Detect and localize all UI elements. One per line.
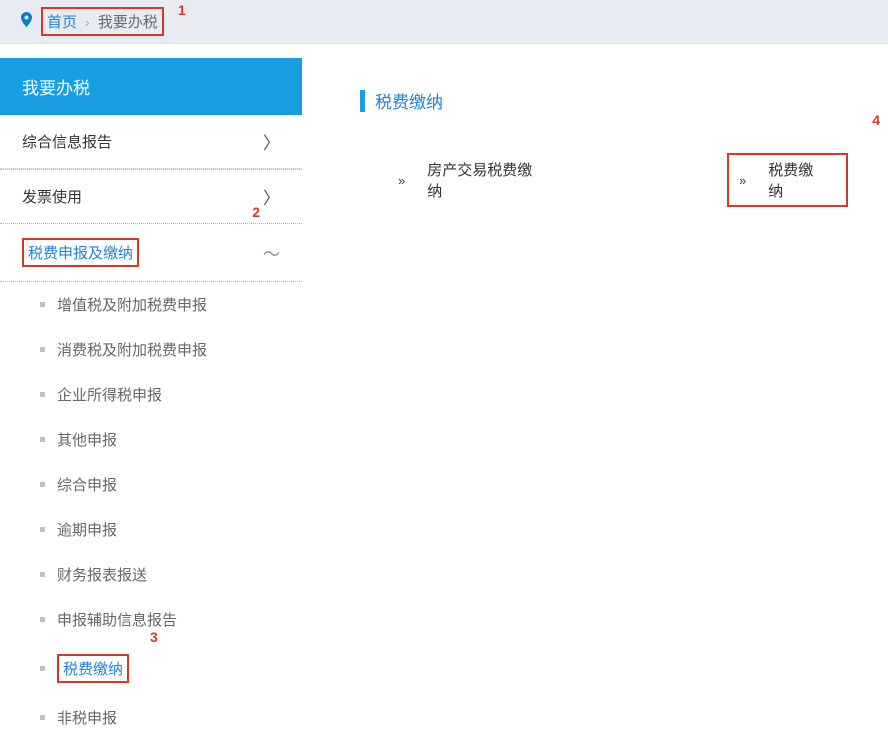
sidebar-sub-yuqi[interactable]: 逾期申报 [0, 507, 302, 552]
sidebar-sub-cwbb[interactable]: 财务报表报送 [0, 552, 302, 597]
breadcrumb-separator: › [85, 14, 90, 30]
bullet-icon [40, 617, 45, 622]
bullet-icon [40, 392, 45, 397]
content-area: 税费缴纳 4 » 房产交易税费缴纳 » 税费缴纳 [302, 58, 888, 740]
sidebar-sub-qita[interactable]: 其他申报 [0, 417, 302, 462]
link-fcjy[interactable]: » 房产交易税费缴纳 [398, 159, 547, 201]
sub-label: 消费税及附加税费申报 [57, 339, 207, 360]
chevron-right-icon: 〉 [263, 184, 280, 209]
bullet-icon [40, 437, 45, 442]
bullet-icon: » [739, 173, 746, 188]
breadcrumb-current: 我要办税 [98, 11, 158, 32]
annotation-2: 2 [252, 204, 260, 220]
sidebar-sublist: 增值税及附加税费申报 消费税及附加税费申报 企业所得税申报 其他申报 综合申报 … [0, 281, 302, 740]
sidebar-sub-sbfz[interactable]: 申报辅助信息报告 3 [0, 597, 302, 642]
sub-label: 逾期申报 [57, 519, 117, 540]
sub-label: 综合申报 [57, 474, 117, 495]
bullet-icon [40, 347, 45, 352]
chevron-right-icon: 〉 [263, 129, 280, 154]
bullet-icon [40, 715, 45, 720]
sidebar-sub-qysds[interactable]: 企业所得税申报 [0, 372, 302, 417]
sub-label: 非税申报 [57, 707, 117, 728]
sidebar-sub-zzs[interactable]: 增值税及附加税费申报 [0, 282, 302, 327]
sidebar-item-shuifei[interactable]: 税费申报及缴纳 〜 [0, 223, 302, 281]
sidebar-item-label: 税费申报及缴纳 [22, 238, 139, 267]
sidebar: 我要办税 综合信息报告 〉 发票使用 〉 2 税费申报及缴纳 〜 增值税及附加税… [0, 58, 302, 740]
sub-label: 企业所得税申报 [57, 384, 162, 405]
bullet-icon [40, 527, 45, 532]
sidebar-item-zongheinfo[interactable]: 综合信息报告 〉 [0, 115, 302, 169]
content-links-row: » 房产交易税费缴纳 » 税费缴纳 [360, 153, 848, 207]
bullet-icon [40, 482, 45, 487]
sidebar-sub-sfjn[interactable]: 税费缴纳 [0, 642, 302, 695]
bullet-icon [40, 572, 45, 577]
sub-label: 其他申报 [57, 429, 117, 450]
link-label: 税费缴纳 [768, 159, 828, 201]
bullet-icon [40, 666, 45, 671]
bullet-icon: » [398, 173, 405, 188]
heading-text: 税费缴纳 [375, 88, 443, 113]
sidebar-sub-fssb[interactable]: 非税申报 [0, 695, 302, 740]
heading-bar-icon [360, 90, 365, 112]
annotation-4: 4 [872, 112, 880, 128]
sidebar-item-label: 综合信息报告 [22, 131, 112, 152]
sidebar-title: 我要办税 [0, 58, 302, 115]
breadcrumb-highlight: 首页 › 我要办税 [41, 7, 164, 36]
breadcrumb-home[interactable]: 首页 [47, 11, 77, 32]
sub-label: 增值税及附加税费申报 [57, 294, 207, 315]
location-icon [20, 12, 33, 31]
breadcrumb: 首页 › 我要办税 1 [0, 0, 888, 44]
bullet-icon [40, 302, 45, 307]
expand-icon: 〜 [263, 240, 280, 265]
link-sfjn[interactable]: » 税费缴纳 [727, 153, 848, 207]
sub-label: 财务报表报送 [57, 564, 147, 585]
sidebar-sub-xfs[interactable]: 消费税及附加税费申报 [0, 327, 302, 372]
sub-label: 申报辅助信息报告 [57, 609, 177, 630]
link-label: 房产交易税费缴纳 [427, 159, 547, 201]
annotation-1: 1 [178, 2, 186, 18]
content-heading: 税费缴纳 [360, 88, 848, 113]
sidebar-item-fapiao[interactable]: 发票使用 〉 2 [0, 169, 302, 223]
sub-label: 税费缴纳 [57, 654, 129, 683]
sidebar-sub-zonghe[interactable]: 综合申报 [0, 462, 302, 507]
sidebar-item-label: 发票使用 [22, 186, 82, 207]
